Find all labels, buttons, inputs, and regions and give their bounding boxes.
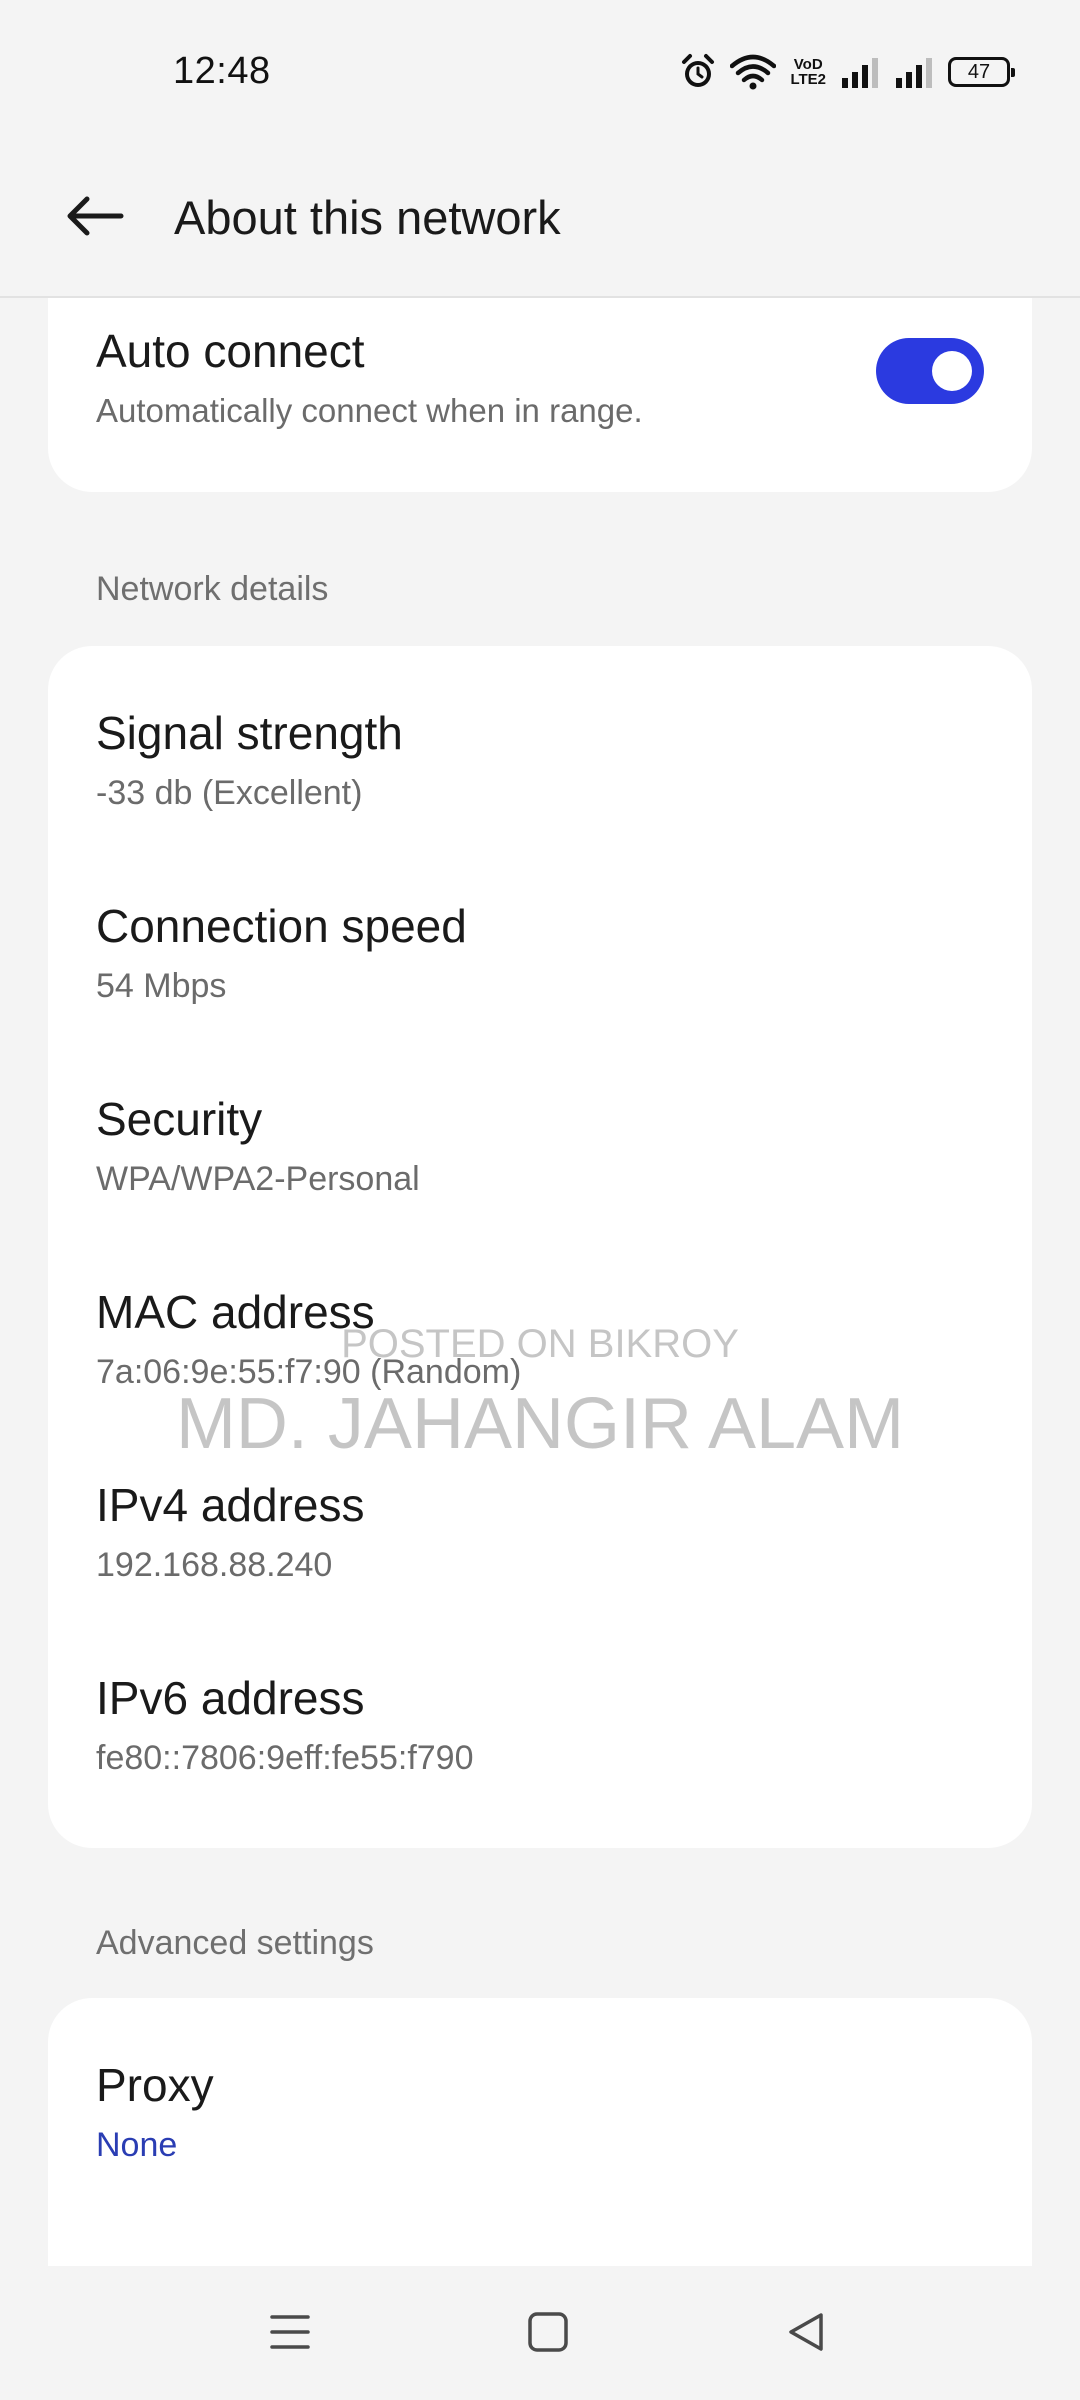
screen: 12:48 VoD LTE2 47 About this network Aut…	[0, 0, 1080, 2400]
detail-signal-strength: Signal strength -33 db (Excellent)	[96, 646, 984, 839]
wifi-icon	[730, 54, 777, 90]
app-bar: About this network	[0, 140, 1080, 298]
detail-value: 54 Mbps	[96, 967, 227, 1005]
detail-mac-address: MAC address 7a:06:9e:55:f7:90 (Random)	[96, 1225, 984, 1418]
advanced-settings-header: Advanced settings	[96, 1924, 374, 1962]
proxy-setting[interactable]: Proxy None	[96, 1998, 984, 2191]
battery-level: 47	[967, 60, 991, 83]
menu-icon	[268, 2312, 312, 2357]
detail-title: MAC address	[96, 1286, 375, 1338]
status-bar: 12:48 VoD LTE2 47	[0, 0, 1080, 140]
home-icon	[527, 2311, 569, 2358]
detail-title: IPv6 address	[96, 1672, 365, 1724]
navigation-bar	[0, 2266, 1080, 2400]
proxy-title: Proxy	[96, 2059, 214, 2111]
toggle-knob	[932, 351, 972, 391]
settings-content[interactable]: Auto connect Automatically connect when …	[0, 296, 1080, 2266]
detail-connection-speed: Connection speed 54 Mbps	[96, 839, 984, 1032]
auto-connect-card[interactable]: Auto connect Automatically connect when …	[48, 296, 1032, 492]
battery-icon: 47	[948, 57, 1015, 87]
status-time: 12:48	[173, 50, 271, 92]
recents-button[interactable]	[245, 2294, 335, 2374]
detail-value: 192.168.88.240	[96, 1546, 333, 1584]
volte-icon: VoD LTE2	[790, 57, 826, 87]
detail-title: IPv4 address	[96, 1479, 365, 1531]
nav-back-button[interactable]	[761, 2294, 851, 2374]
auto-connect-toggle[interactable]	[876, 338, 984, 404]
detail-value: fe80::7806:9eff:fe55:f790	[96, 1739, 474, 1777]
back-button[interactable]	[50, 180, 140, 256]
back-arrow-icon	[65, 194, 125, 243]
detail-title: Security	[96, 1093, 263, 1145]
volte-top-label: VoD	[793, 56, 823, 73]
advanced-settings-card: Proxy None	[48, 1998, 1032, 2266]
network-details-card: Signal strength -33 db (Excellent) Conne…	[48, 646, 1032, 1848]
network-details-header: Network details	[96, 570, 329, 608]
volte-bottom-label: LTE2	[790, 71, 826, 88]
detail-title: Signal strength	[96, 707, 403, 759]
auto-connect-title: Auto connect	[96, 325, 365, 377]
detail-value: WPA/WPA2-Personal	[96, 1160, 420, 1198]
detail-value: -33 db (Excellent)	[96, 774, 363, 812]
detail-value: 7a:06:9e:55:f7:90 (Random)	[96, 1353, 522, 1391]
alarm-icon	[680, 53, 716, 91]
detail-security: Security WPA/WPA2-Personal	[96, 1032, 984, 1225]
status-icons: VoD LTE2 47	[680, 50, 1015, 94]
detail-title: Connection speed	[96, 900, 467, 952]
signal-icon	[840, 56, 880, 88]
detail-ipv6-address: IPv6 address fe80::7806:9eff:fe55:f790	[96, 1611, 984, 1804]
page-title: About this network	[174, 191, 561, 244]
auto-connect-subtitle: Automatically connect when in range.	[96, 392, 643, 429]
back-triangle-icon	[785, 2311, 827, 2358]
home-button[interactable]	[503, 2294, 593, 2374]
proxy-value: None	[96, 2126, 178, 2164]
detail-ipv4-address: IPv4 address 192.168.88.240	[96, 1418, 984, 1611]
signal-icon	[894, 56, 934, 88]
